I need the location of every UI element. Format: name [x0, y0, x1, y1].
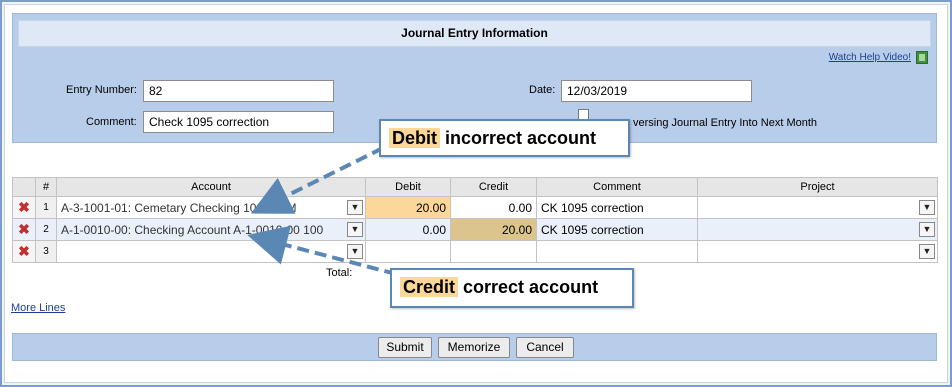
- row-number: 1: [35, 196, 57, 219]
- chevron-down-icon[interactable]: ▼: [347, 222, 363, 237]
- comment-label: Comment:: [86, 116, 137, 128]
- table-header-row: # Account Debit Credit Comment Project: [12, 177, 938, 197]
- debit-cell[interactable]: 0.00: [365, 218, 451, 241]
- table-row: ✖ 3 ▼ ▼: [12, 240, 938, 263]
- comment-cell[interactable]: CK 1095 correction: [536, 196, 698, 219]
- chevron-down-icon[interactable]: ▼: [347, 244, 363, 259]
- project-select[interactable]: ▼: [697, 196, 938, 219]
- row-number: 2: [35, 218, 57, 241]
- column-header-credit: Credit: [450, 177, 537, 197]
- account-value: A-1-0010-00: Checking Account A-1-0010-0…: [61, 222, 324, 237]
- journal-lines-table: # Account Debit Credit Comment Project ✖…: [12, 177, 938, 263]
- column-header-num: #: [35, 177, 57, 197]
- page-title: Journal Entry Information: [18, 20, 931, 47]
- debit-callout-text: incorrect account: [440, 128, 597, 148]
- delete-column-header: [12, 177, 36, 197]
- account-select[interactable]: A-1-0010-00: Checking Account A-1-0010-0…: [56, 218, 366, 241]
- debit-callout: Debit incorrect account: [379, 119, 630, 157]
- chevron-down-icon[interactable]: ▼: [347, 200, 363, 215]
- row-number: 3: [35, 240, 57, 263]
- delete-row-icon[interactable]: ✖: [12, 196, 36, 219]
- debit-cell[interactable]: 20.00: [365, 196, 451, 219]
- submit-button[interactable]: Submit: [378, 337, 432, 358]
- comment-field[interactable]: Check 1095 correction: [143, 111, 334, 133]
- entry-number-label: Entry Number:: [66, 84, 137, 96]
- debit-cell[interactable]: [365, 240, 451, 263]
- memorize-button[interactable]: Memorize: [438, 337, 510, 358]
- entry-number-field[interactable]: 82: [143, 80, 334, 102]
- credit-callout-keyword: Credit: [400, 277, 459, 297]
- project-select[interactable]: ▼: [697, 240, 938, 263]
- date-label: Date:: [529, 84, 556, 96]
- debit-callout-keyword: Debit: [389, 128, 440, 148]
- comment-cell[interactable]: CK 1095 correction: [536, 218, 698, 241]
- credit-callout-text: correct account: [458, 277, 599, 297]
- watch-help-video-link[interactable]: Watch Help Video!: [829, 52, 911, 63]
- chevron-down-icon[interactable]: ▼: [919, 222, 935, 237]
- account-value: A-3-1001-01: Cemetary Checking 1001CEM: [61, 200, 297, 215]
- more-lines-link[interactable]: More Lines: [11, 302, 65, 314]
- date-field[interactable]: 12/03/2019: [561, 80, 752, 102]
- account-select[interactable]: ▼: [56, 240, 366, 263]
- account-select[interactable]: A-3-1001-01: Cemetary Checking 1001CEM ▼: [56, 196, 366, 219]
- delete-row-icon[interactable]: ✖: [12, 240, 36, 263]
- comment-cell[interactable]: [536, 240, 698, 263]
- credit-callout: Credit correct account: [390, 268, 634, 308]
- column-header-account: Account: [56, 177, 366, 197]
- credit-cell[interactable]: 0.00: [450, 196, 537, 219]
- delete-row-icon[interactable]: ✖: [12, 218, 36, 241]
- action-bar: Submit Memorize Cancel: [12, 333, 937, 361]
- project-select[interactable]: ▼: [697, 218, 938, 241]
- chevron-down-icon[interactable]: ▼: [919, 200, 935, 215]
- column-header-comment: Comment: [536, 177, 698, 197]
- credit-cell[interactable]: [450, 240, 537, 263]
- table-row: ✖ 1 A-3-1001-01: Cemetary Checking 1001C…: [12, 196, 938, 219]
- table-row: ✖ 2 A-1-0010-00: Checking Account A-1-00…: [12, 218, 938, 241]
- reversing-entry-label: versing Journal Entry Into Next Month: [633, 117, 818, 129]
- chevron-down-icon[interactable]: ▼: [919, 244, 935, 259]
- column-header-debit: Debit: [365, 177, 451, 197]
- column-header-project: Project: [697, 177, 938, 197]
- total-label: Total:: [326, 267, 353, 279]
- cancel-button[interactable]: Cancel: [516, 337, 574, 358]
- credit-cell[interactable]: 20.00: [450, 218, 537, 241]
- video-icon[interactable]: [916, 51, 928, 64]
